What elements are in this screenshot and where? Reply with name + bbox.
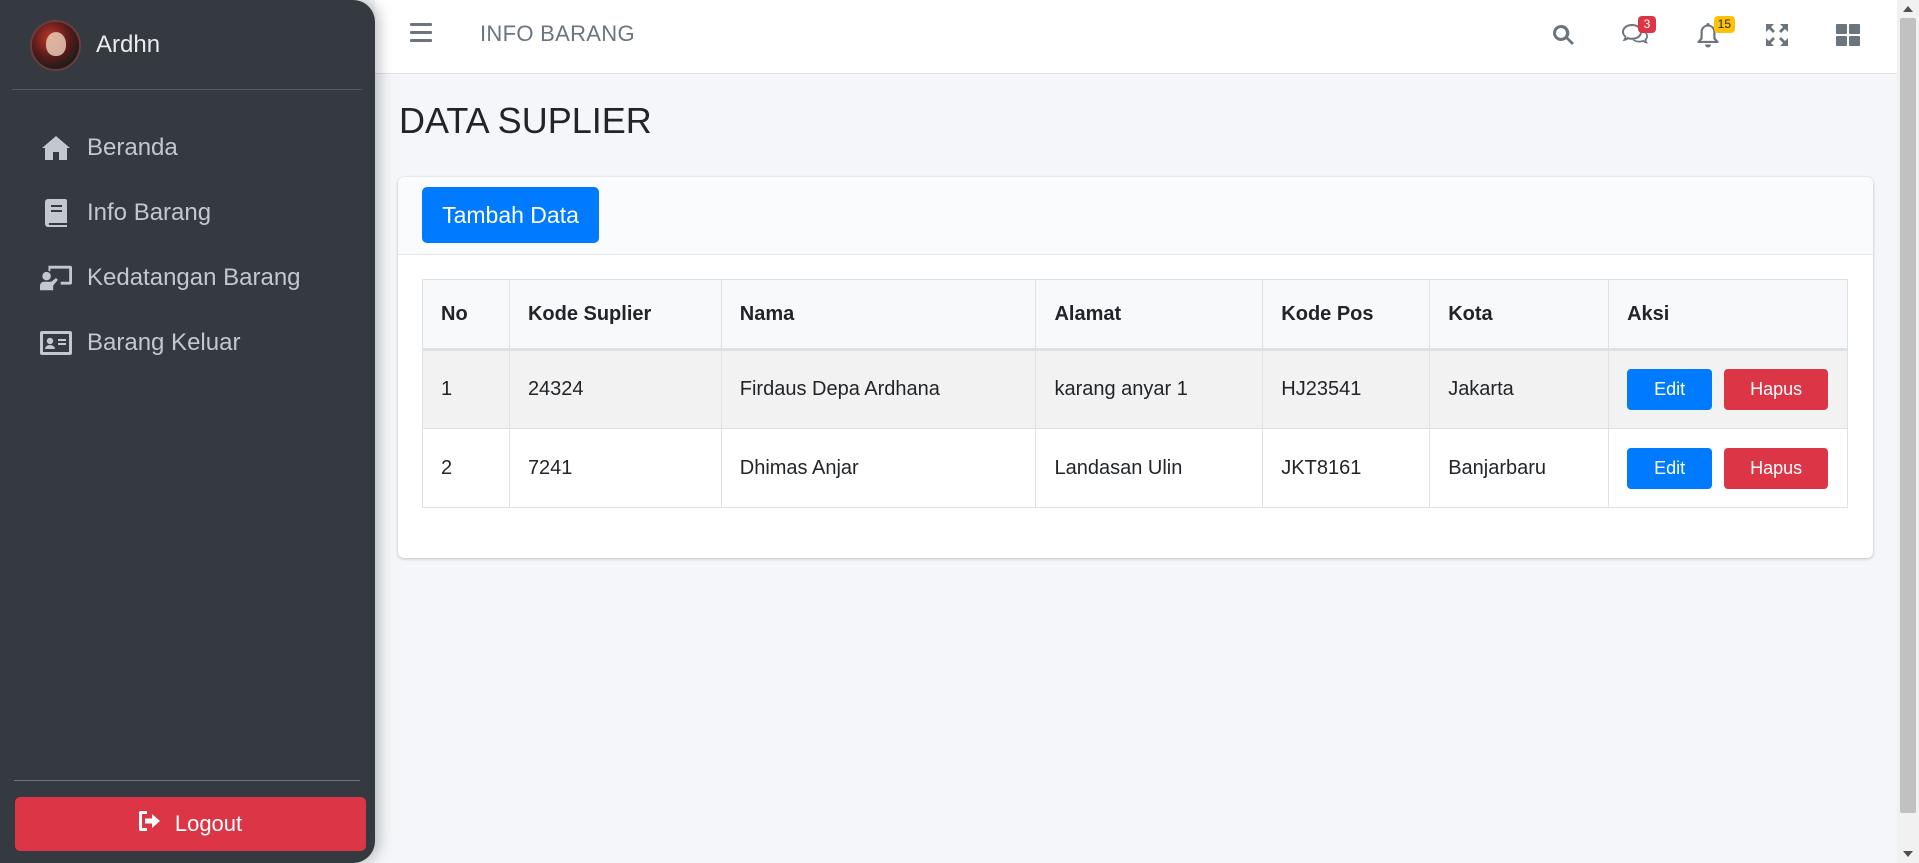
column-header-kode-pos: Kode Pos xyxy=(1262,279,1431,351)
delete-button[interactable]: Hapus xyxy=(1724,447,1829,489)
add-data-button[interactable]: Tambah Data xyxy=(422,187,599,243)
cell-alamat: Landasan Ulin xyxy=(1035,428,1264,508)
column-header-no: No xyxy=(422,279,510,351)
notifications-badge: 15 xyxy=(1713,16,1735,33)
table-row: 2 7241 Dhimas Anjar Landasan Ulin JKT816… xyxy=(422,428,1848,508)
control-sidebar-grid-icon[interactable] xyxy=(1833,20,1863,50)
messages-icon[interactable]: 3 xyxy=(1620,16,1656,50)
card-header: Tambah Data xyxy=(398,177,1873,255)
column-header-kode-suplier: Kode Suplier xyxy=(508,279,722,351)
logout-label: Logout xyxy=(174,811,243,836)
table-header-row: No Kode Suplier Nama Alamat Kode Pos Kot… xyxy=(422,279,1848,351)
sidebar-nav: Beranda Info Barang Kedatangan Barang Ba… xyxy=(0,115,375,375)
cell-nama: Firdaus Depa Ardhana xyxy=(720,349,1037,429)
scroll-down-arrow-icon[interactable] xyxy=(1903,851,1913,857)
sidebar: Ardhn Beranda Info Barang Kedatangan Bar… xyxy=(0,0,375,863)
cell-kode-suplier: 7241 xyxy=(508,428,722,508)
avatar xyxy=(30,19,81,71)
column-header-alamat: Alamat xyxy=(1035,279,1264,351)
hamburger-menu-icon[interactable] xyxy=(410,23,432,43)
user-panel[interactable]: Ardhn xyxy=(0,0,375,90)
column-header-nama: Nama xyxy=(720,279,1037,351)
scroll-up-arrow-icon[interactable] xyxy=(1903,6,1913,12)
id-card-icon xyxy=(40,329,72,357)
notifications-bell-icon[interactable]: 15 xyxy=(1693,16,1735,50)
cell-kode-suplier: 24324 xyxy=(508,349,722,429)
logout-button[interactable]: Logout xyxy=(15,797,366,851)
divider xyxy=(12,89,362,90)
sidebar-item-info-barang[interactable]: Info Barang xyxy=(0,180,375,245)
supplier-table: No Kode Suplier Nama Alamat Kode Pos Kot… xyxy=(422,279,1848,508)
cell-no: 1 xyxy=(422,349,510,429)
book-icon xyxy=(40,198,72,227)
divider xyxy=(14,780,360,781)
supplier-card: Tambah Data No Kode Suplier Nama Alamat … xyxy=(398,177,1873,558)
column-header-aksi: Aksi xyxy=(1608,279,1848,351)
vertical-scrollbar[interactable] xyxy=(1897,0,1919,863)
cell-kode-pos: HJ23541 xyxy=(1262,349,1431,429)
cell-no: 2 xyxy=(422,428,510,508)
sidebar-item-label: Beranda xyxy=(87,133,178,161)
search-icon[interactable] xyxy=(1548,20,1578,50)
sidebar-item-beranda[interactable]: Beranda xyxy=(0,115,375,180)
edit-button[interactable]: Edit xyxy=(1627,369,1713,410)
cell-kode-pos: JKT8161 xyxy=(1262,428,1431,508)
chalkboard-teacher-icon xyxy=(40,264,72,292)
sidebar-item-barang-keluar[interactable]: Barang Keluar xyxy=(0,310,375,375)
cell-kota: Banjarbaru xyxy=(1429,428,1610,508)
nav-link-info-barang[interactable]: INFO BARANG xyxy=(480,21,635,47)
column-header-kota: Kota xyxy=(1429,279,1610,351)
sidebar-item-label: Barang Keluar xyxy=(87,328,241,356)
cell-nama: Dhimas Anjar xyxy=(720,428,1037,508)
sign-out-icon xyxy=(138,811,175,837)
sidebar-item-kedatangan-barang[interactable]: Kedatangan Barang xyxy=(0,245,375,310)
table-row: 1 24324 Firdaus Depa Ardhana karang anya… xyxy=(422,349,1848,429)
cell-kota: Jakarta xyxy=(1429,349,1610,429)
delete-button[interactable]: Hapus xyxy=(1724,369,1829,410)
sidebar-item-label: Info Barang xyxy=(87,198,212,226)
page-title: DATA SUPLIER xyxy=(399,100,652,141)
user-name: Ardhn xyxy=(96,31,161,58)
fullscreen-expand-icon[interactable] xyxy=(1762,20,1792,50)
edit-button[interactable]: Edit xyxy=(1627,447,1713,489)
cell-alamat: karang anyar 1 xyxy=(1035,349,1264,429)
cell-aksi: Edit Hapus xyxy=(1608,428,1848,508)
messages-badge: 3 xyxy=(1638,16,1656,33)
top-navbar: INFO BARANG 3 15 xyxy=(375,0,1897,74)
scrollbar-thumb[interactable] xyxy=(1900,18,1916,813)
sidebar-item-label: Kedatangan Barang xyxy=(87,263,301,291)
cell-aksi: Edit Hapus xyxy=(1608,349,1848,429)
home-icon xyxy=(40,134,72,162)
